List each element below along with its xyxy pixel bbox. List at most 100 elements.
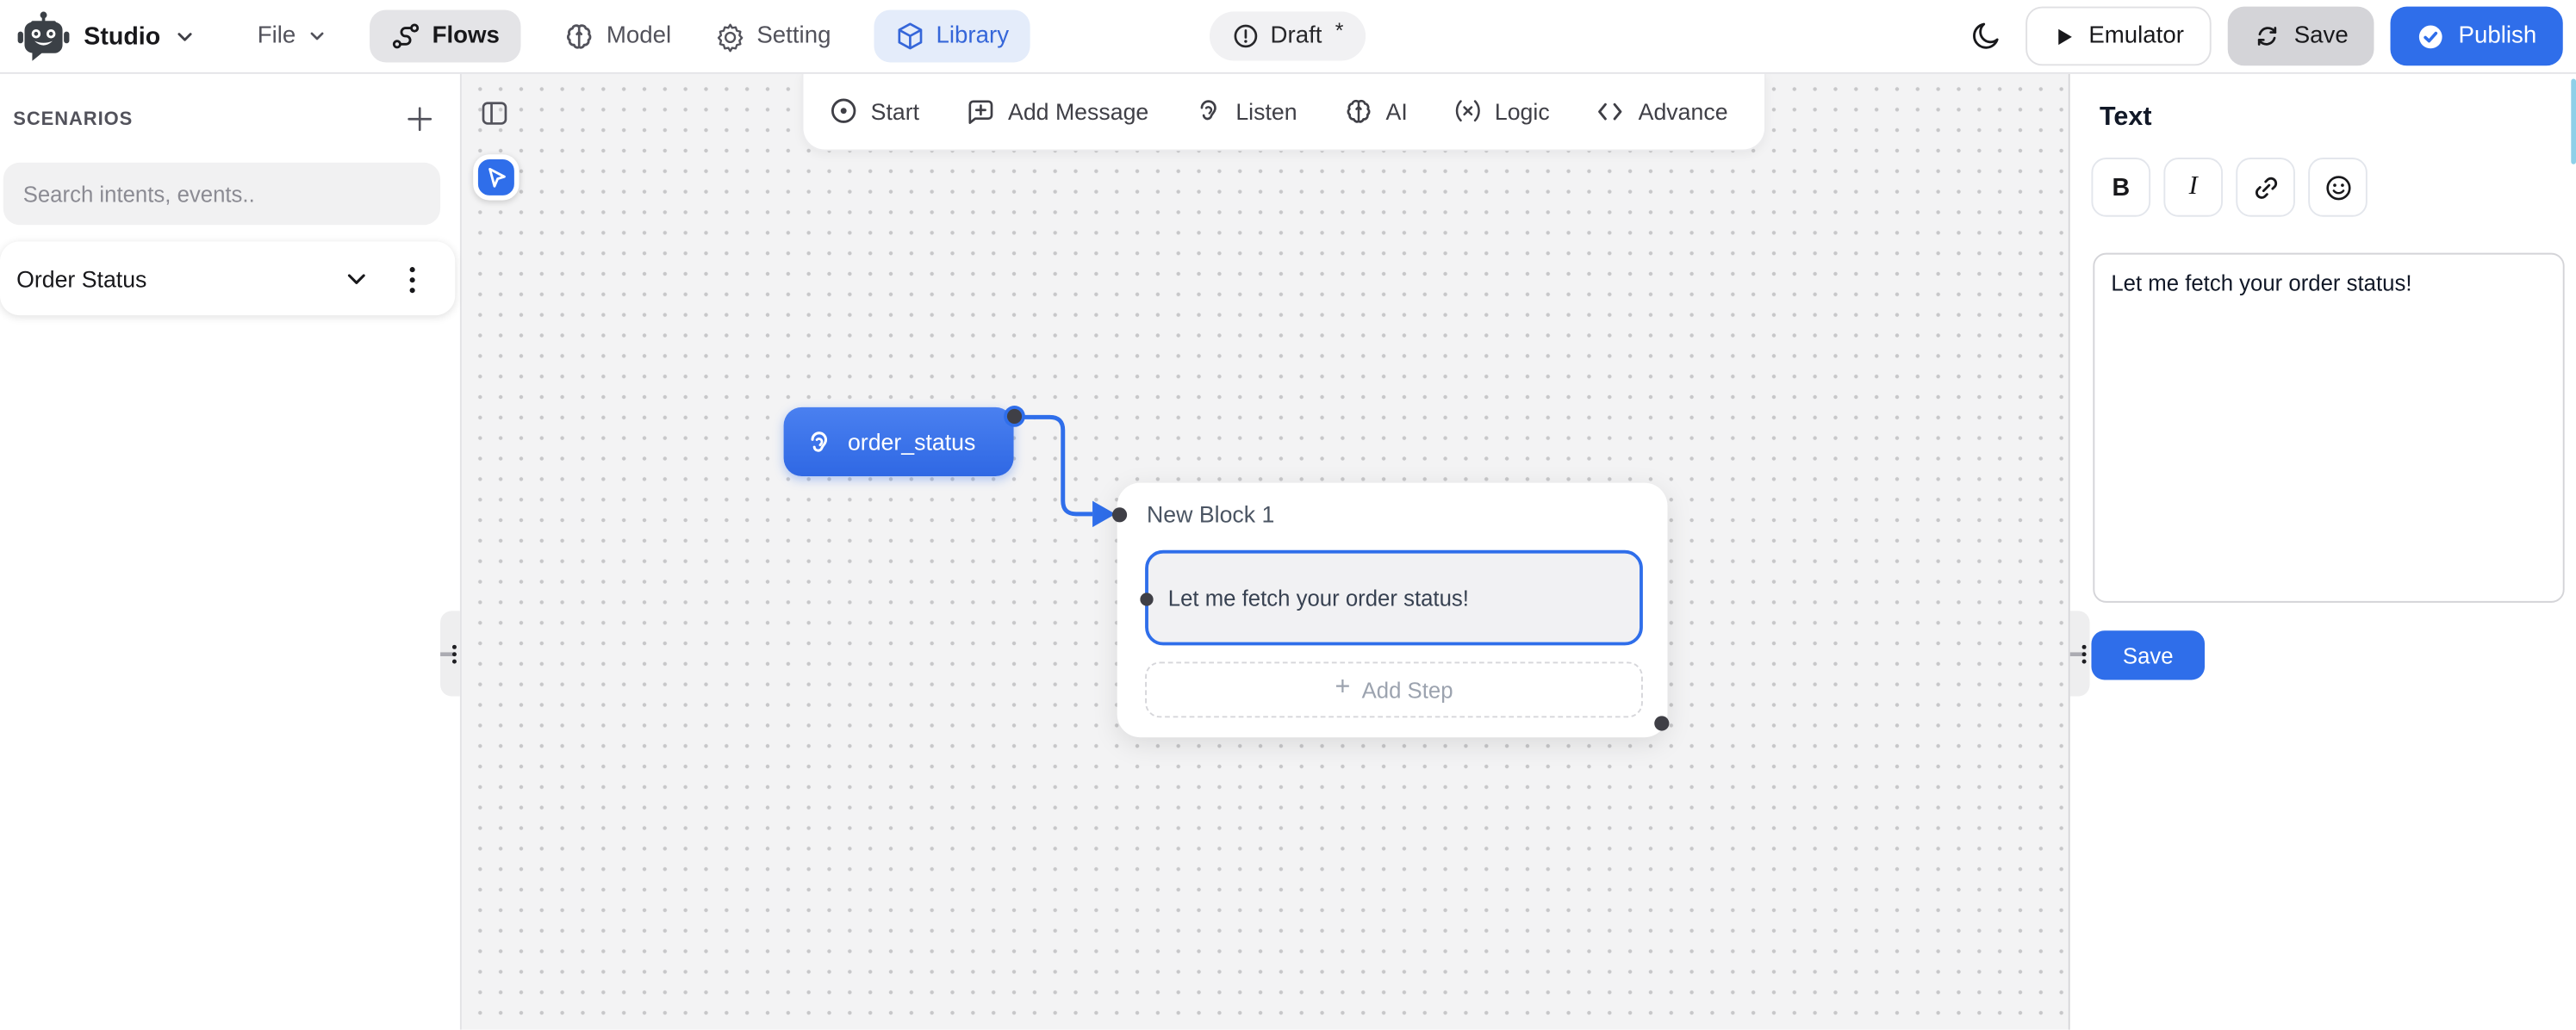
toolbar-ai-label: AI [1386, 97, 1408, 124]
draft-label: Draft [1271, 23, 1322, 50]
nav-item-library[interactable]: Library [874, 9, 1030, 62]
italic-button[interactable]: I [2163, 158, 2223, 217]
flow-node-label: order_status [848, 429, 975, 456]
emulator-label: Emulator [2088, 23, 2184, 50]
scenarios-title: SCENARIOS [13, 109, 133, 129]
add-scenario-button[interactable] [406, 105, 433, 133]
nav-item-model[interactable]: Model [563, 21, 671, 52]
scenario-name: Order Status [16, 265, 146, 292]
toolbar-item-add-message[interactable]: Add Message [965, 96, 1148, 126]
plus-icon: + [1335, 675, 1350, 702]
emulator-button[interactable]: Emulator [2026, 7, 2212, 66]
cursor-icon [483, 164, 510, 191]
brand[interactable]: Studio [16, 9, 195, 63]
nav-file-label: File [258, 23, 296, 50]
save-button[interactable]: Save [2228, 7, 2374, 66]
nav-model-label: Model [607, 23, 671, 50]
kebab-icon [409, 266, 416, 294]
start-icon [830, 97, 857, 125]
resize-handle-right[interactable] [2070, 611, 2090, 696]
toolbar-item-advance[interactable]: Advance [1596, 96, 1727, 126]
link-button[interactable] [2236, 158, 2295, 217]
ear-icon [1195, 97, 1223, 125]
robot-logo-icon [16, 9, 71, 63]
add-step-button[interactable]: + Add Step [1145, 661, 1643, 717]
bold-button[interactable]: B [2091, 158, 2150, 217]
moon-icon [1970, 20, 2003, 53]
toolbar-advance-label: Advance [1639, 97, 1728, 124]
play-icon [2054, 26, 2075, 47]
scenario-card[interactable]: Order Status [0, 241, 455, 315]
block-input-dot[interactable] [1112, 507, 1127, 522]
step-connector-dot[interactable] [1140, 593, 1153, 605]
chevron-down-icon[interactable] [344, 266, 370, 293]
step-item[interactable]: Let me fetch your order status! [1145, 550, 1643, 646]
panel-icon [482, 100, 508, 127]
nav-item-file[interactable]: File [258, 23, 327, 50]
toolbar-listen-label: Listen [1235, 97, 1297, 124]
publish-button[interactable]: Publish [2391, 7, 2562, 66]
nav-library-label: Library [936, 23, 1010, 50]
gear-icon [714, 21, 745, 52]
pointer-tool-button[interactable] [473, 154, 519, 200]
toolbar-item-ai[interactable]: AI [1343, 96, 1408, 126]
scenario-menu-button[interactable] [406, 263, 419, 297]
resize-handle-left[interactable] [440, 611, 460, 696]
link-icon [2251, 173, 2279, 201]
brand-name: Studio [84, 22, 160, 50]
variable-icon [1453, 97, 1481, 125]
toolbar-item-logic[interactable]: Logic [1453, 97, 1549, 125]
nav-flows-label: Flows [432, 23, 500, 50]
code-icon [1596, 96, 1625, 126]
format-toolbar: B I [2091, 158, 2367, 217]
nav-setting-label: Setting [756, 23, 831, 50]
topbar: Studio File Flows [0, 0, 2576, 74]
block-output-dot[interactable] [1654, 716, 1669, 730]
chevron-down-icon [308, 27, 327, 47]
toolbar-add-message-label: Add Message [1008, 97, 1148, 124]
ear-icon [805, 428, 832, 456]
panel-title: Text [2100, 103, 2151, 133]
nav-item-flows[interactable]: Flows [370, 9, 521, 62]
brain-icon [1343, 96, 1372, 126]
bold-icon: B [2112, 173, 2130, 201]
add-step-label: Add Step [1362, 678, 1453, 703]
draft-badge[interactable]: Draft * [1210, 11, 1366, 60]
sync-icon [2255, 23, 2281, 50]
scrollbar-thumb[interactable] [2571, 79, 2576, 164]
smiley-icon [2324, 173, 2351, 201]
studio-app: Studio File Flows [0, 0, 2576, 1030]
search-input[interactable] [3, 163, 440, 225]
sidebar-toggle-button[interactable] [478, 97, 511, 130]
toolbar-item-listen[interactable]: Listen [1195, 97, 1297, 125]
step-text: Let me fetch your order status! [1168, 586, 1469, 611]
flow-node-order-status[interactable]: order_status [784, 407, 1014, 476]
nav-item-setting[interactable]: Setting [714, 21, 831, 52]
grip-icon [440, 642, 460, 667]
chevron-down-icon [173, 26, 195, 47]
flows-icon [391, 22, 420, 51]
alert-circle-icon [1233, 23, 1260, 50]
block-card[interactable]: New Block 1 Let me fetch your order stat… [1117, 483, 1668, 738]
emoji-button[interactable] [2308, 158, 2368, 217]
draft-unsaved-indicator: * [1335, 17, 1344, 42]
toolbar-start-label: Start [871, 97, 919, 124]
node-output-dot[interactable] [1007, 409, 1022, 424]
dark-mode-toggle[interactable] [1963, 13, 2009, 59]
check-circle-icon [2417, 22, 2445, 50]
scenarios-header: SCENARIOS [13, 105, 433, 133]
topbar-actions: Emulator Save [1963, 7, 2576, 66]
flow-canvas[interactable]: Start Add Message Listen [462, 72, 2069, 1030]
grip-icon [2070, 642, 2090, 667]
cube-icon [895, 22, 924, 51]
scenarios-sidebar: SCENARIOS Order Status [0, 72, 462, 1030]
toolbar-item-start[interactable]: Start [830, 97, 919, 125]
message-textarea[interactable]: Let me fetch your order status! [2093, 253, 2564, 603]
message-plus-icon [965, 96, 994, 126]
italic-icon: I [2189, 172, 2198, 202]
main-nav: File Flows [258, 9, 1030, 62]
properties-panel: Text B I [2069, 72, 2576, 1030]
panel-save-button[interactable]: Save [2091, 630, 2205, 679]
publish-label: Publish [2459, 23, 2537, 50]
brain-icon [563, 21, 594, 52]
